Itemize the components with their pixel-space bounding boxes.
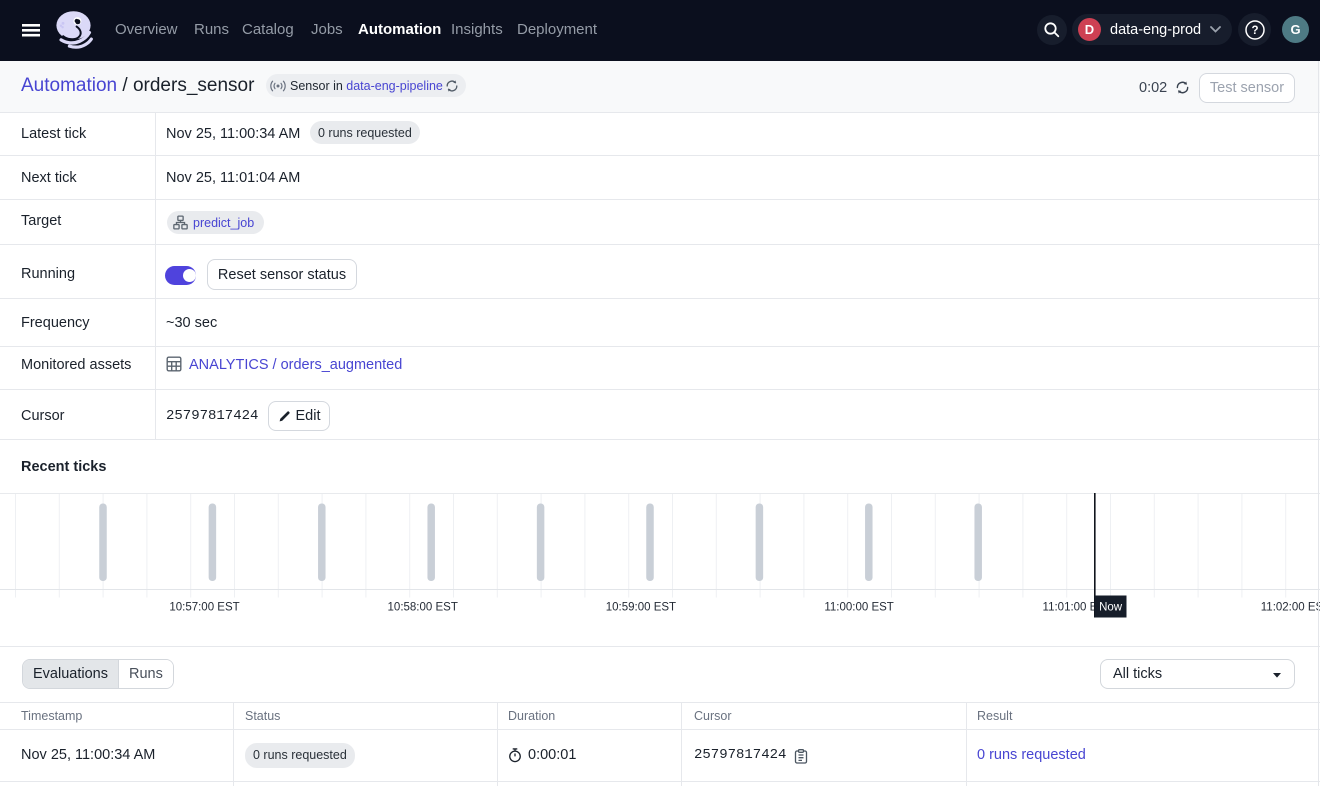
svg-text:10:59:00 EST: 10:59:00 EST: [606, 602, 676, 614]
svg-text:?: ?: [1251, 25, 1258, 37]
svg-text:10:58:00 EST: 10:58:00 EST: [388, 602, 458, 614]
svg-text:10:57:00 EST: 10:57:00 EST: [169, 602, 239, 614]
svg-text:11:02:00 EST: 11:02:00 EST: [1261, 602, 1320, 614]
svg-text:Now: Now: [1099, 602, 1123, 614]
svg-text:11:00:00 EST: 11:00:00 EST: [824, 602, 893, 614]
